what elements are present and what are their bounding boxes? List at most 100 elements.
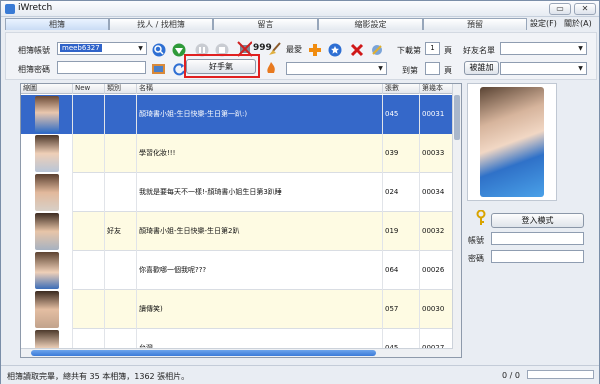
search-icon[interactable] bbox=[151, 42, 166, 57]
page-to-input[interactable] bbox=[425, 62, 440, 75]
favorite-select[interactable]: ▼ bbox=[286, 62, 387, 75]
status-message: 相簿讀取完畢，總共有 35 本相簿，1362 張相片。 bbox=[7, 372, 190, 381]
broom-icon[interactable] bbox=[267, 41, 282, 56]
album-thumbnail bbox=[35, 291, 59, 328]
album-name-cell[interactable]: 你喜歡哪一個我呢??? bbox=[137, 251, 383, 290]
category-cell bbox=[105, 134, 137, 173]
header-name[interactable]: 名稱 bbox=[137, 84, 383, 94]
side-password-input[interactable] bbox=[491, 250, 584, 263]
app-window: iWretch ▭ ✕ 相簿 找人 / 找相簿 留言 縮影設定 預留 設定(F)… bbox=[0, 0, 600, 384]
add-favorite-icon[interactable] bbox=[307, 42, 322, 57]
header-new[interactable]: New bbox=[73, 84, 105, 94]
album-thumbnail bbox=[35, 174, 59, 211]
photo-count-cell: 064 bbox=[383, 251, 420, 290]
category-cell bbox=[105, 95, 137, 134]
exit-menu[interactable]: 關於(A) bbox=[564, 18, 592, 30]
thumbnail-cell[interactable] bbox=[21, 173, 73, 212]
status-bar: 相簿讀取完畢，總共有 35 本相簿，1362 張相片。 0 / 0 bbox=[1, 365, 599, 384]
album-name-cell[interactable]: 學習化妝!!! bbox=[137, 134, 383, 173]
password-input[interactable] bbox=[57, 61, 146, 74]
table-header: 縮圖 New 類別 名稱 張數 第幾本 bbox=[21, 84, 453, 94]
tab-find-people[interactable]: 找人 / 找相簿 bbox=[109, 18, 213, 30]
album-number-cell: 00033 bbox=[420, 134, 453, 173]
added-by-button[interactable]: 被誰加 bbox=[464, 61, 499, 75]
table-row[interactable]: 學習化妝!!! 039 00033 bbox=[21, 134, 453, 173]
photo-count-cell: 057 bbox=[383, 290, 420, 329]
header-category[interactable]: 類別 bbox=[105, 84, 137, 94]
side-account-input[interactable] bbox=[491, 232, 584, 245]
dropdown-arrow-icon: ▼ bbox=[378, 65, 383, 72]
thumbnail-cell[interactable] bbox=[21, 134, 73, 173]
dropdown-arrow-icon: ▼ bbox=[578, 45, 583, 52]
progress-text: 0 / 0 bbox=[502, 371, 520, 380]
page-unit-label: 頁 bbox=[444, 46, 452, 55]
settings-menu[interactable]: 設定(F) bbox=[530, 18, 557, 30]
album-name-cell[interactable]: 我就是要每天不一樣!-顏琦書小姐生日第3趴睡 bbox=[137, 173, 383, 212]
table-row[interactable]: 我就是要每天不一樣!-顏琦書小姐生日第3趴睡 024 00034 bbox=[21, 173, 453, 212]
album-number-cell: 00031 bbox=[420, 95, 453, 134]
account-value: meeb6327 bbox=[60, 44, 102, 52]
page-to-unit-label: 頁 bbox=[444, 66, 452, 75]
clear-favorite-icon[interactable] bbox=[369, 42, 384, 57]
new-cell bbox=[73, 251, 105, 290]
album-thumbnail bbox=[35, 96, 59, 133]
tab-albums[interactable]: 相簿 bbox=[5, 18, 109, 30]
download-from-label: 下載第 bbox=[397, 46, 421, 55]
album-number-cell: 00026 bbox=[420, 251, 453, 290]
horizontal-scroll-thumb[interactable] bbox=[31, 350, 376, 356]
title-bar: iWretch ▭ ✕ bbox=[1, 1, 599, 17]
table-row[interactable]: 好友 顏琦書小姐-生日快樂-生日第2趴 019 00032 bbox=[21, 212, 453, 251]
vertical-scroll-thumb[interactable] bbox=[454, 95, 460, 140]
table-row[interactable]: 顏琦書小姐-生日快樂-生日第一趴:) 045 00031 bbox=[21, 95, 453, 134]
tab-reserved[interactable]: 預留 bbox=[423, 18, 527, 30]
key-icon bbox=[473, 209, 488, 225]
page-from-input[interactable]: 1 bbox=[425, 42, 440, 55]
delete-favorite-icon[interactable] bbox=[349, 42, 364, 57]
table-row[interactable]: 你喜歡哪一個我呢??? 064 00026 bbox=[21, 251, 453, 290]
account-input[interactable]: meeb6327 ▼ bbox=[57, 42, 147, 55]
main-tabs: 相簿 找人 / 找相簿 留言 縮影設定 預留 bbox=[5, 18, 597, 30]
album-number-cell: 00030 bbox=[420, 290, 453, 329]
thumbnail-cell[interactable] bbox=[21, 251, 73, 290]
new-cell bbox=[73, 134, 105, 173]
dropdown-arrow-icon: ▼ bbox=[578, 65, 583, 72]
header-count[interactable]: 張數 bbox=[383, 84, 420, 94]
header-thumbnail[interactable]: 縮圖 bbox=[21, 84, 73, 94]
photo-count-cell: 045 bbox=[383, 95, 420, 134]
album-number-cell: 00034 bbox=[420, 173, 453, 212]
window-title: iWretch bbox=[18, 3, 53, 13]
thumbnail-cell[interactable] bbox=[21, 95, 73, 134]
new-cell bbox=[73, 95, 105, 134]
friend-list-select[interactable]: ▼ bbox=[500, 42, 587, 55]
album-image-icon[interactable] bbox=[151, 61, 166, 76]
preview-photo bbox=[480, 87, 544, 197]
close-button[interactable]: ✕ bbox=[574, 3, 596, 15]
minimize-button[interactable]: ▭ bbox=[549, 3, 571, 15]
tab-messages[interactable]: 留言 bbox=[213, 18, 318, 30]
new-cell bbox=[73, 290, 105, 329]
side-account-label: 帳號 bbox=[468, 236, 484, 245]
album-name-cell[interactable]: 讀傳笑) bbox=[137, 290, 383, 329]
album-name-cell[interactable]: 顏琦書小姐-生日快樂-生日第一趴:) bbox=[137, 95, 383, 134]
star-icon[interactable] bbox=[327, 42, 342, 57]
category-cell bbox=[105, 251, 137, 290]
flame-icon[interactable] bbox=[263, 60, 278, 75]
category-cell: 好友 bbox=[105, 212, 137, 251]
header-number[interactable]: 第幾本 bbox=[420, 84, 453, 94]
app-logo-icon bbox=[5, 4, 15, 14]
added-by-select[interactable]: ▼ bbox=[500, 62, 587, 75]
horizontal-scrollbar[interactable] bbox=[21, 348, 453, 357]
thumbnail-cell[interactable] bbox=[21, 212, 73, 251]
login-mode-button[interactable]: 登入模式 bbox=[491, 213, 584, 228]
album-name-cell[interactable]: 顏琦書小姐-生日快樂-生日第2趴 bbox=[137, 212, 383, 251]
friend-list-label: 好友名單 bbox=[463, 46, 495, 55]
tab-thumbnail-settings[interactable]: 縮影設定 bbox=[318, 18, 423, 30]
photo-count-cell: 019 bbox=[383, 212, 420, 251]
download-to-label: 到第 bbox=[402, 66, 418, 75]
photo-preview bbox=[467, 83, 557, 201]
thumbnail-cell[interactable] bbox=[21, 290, 73, 329]
vertical-scrollbar[interactable] bbox=[452, 84, 461, 357]
album-thumbnail bbox=[35, 213, 59, 250]
new-cell bbox=[73, 212, 105, 251]
table-row[interactable]: 讀傳笑) 057 00030 bbox=[21, 290, 453, 329]
